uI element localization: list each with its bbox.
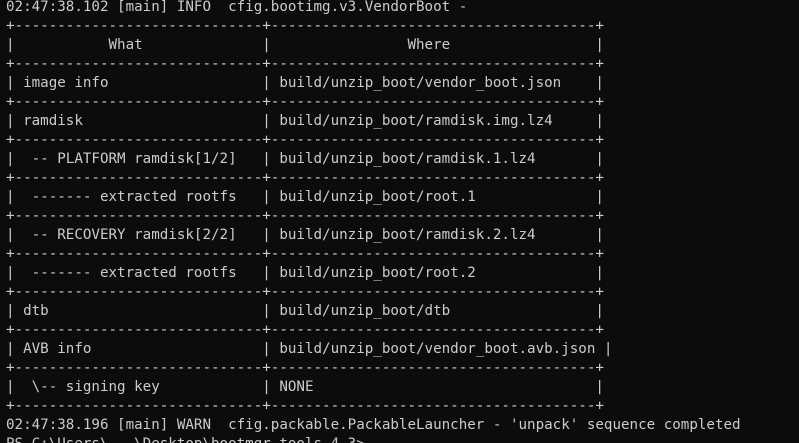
table-border: +-----------------------------+---------… [6,398,604,414]
table-border: +-----------------------------+---------… [6,322,604,338]
table-row: | -- RECOVERY ramdisk[2/2] | build/unzip… [6,227,604,243]
table-border: +-----------------------------+---------… [6,246,604,262]
log-line-info: 02:47:38.102 [main] INFO cfig.bootimg.v3… [6,0,468,15]
table-border: +-----------------------------+---------… [6,132,604,148]
table-row: | ------- extracted rootfs | build/unzip… [6,265,604,281]
table-row: | ramdisk | build/unzip_boot/ramdisk.img… [6,113,604,129]
table-border: +-----------------------------+---------… [6,284,604,300]
table-border: +-----------------------------+---------… [6,56,604,72]
table-row: | ------- extracted rootfs | build/unzip… [6,189,604,205]
table-border: +-----------------------------+---------… [6,208,604,224]
table-row: | AVB info | build/unzip_boot/vendor_boo… [6,341,613,357]
table-header-row: | What | Where | [6,37,604,53]
terminal-window[interactable]: 02:47:38.102 [main] INFO cfig.bootimg.v3… [0,0,799,443]
table-row: | -- PLATFORM ramdisk[1/2] | build/unzip… [6,151,604,167]
table-row: | image info | build/unzip_boot/vendor_b… [6,75,604,91]
table-border: +-----------------------------+---------… [6,360,604,376]
table-border: +-----------------------------+---------… [6,18,604,34]
table-border: +-----------------------------+---------… [6,94,604,110]
shell-prompt[interactable]: PS C:\Users\...\Desktop\bootmgr-tools-4.… [6,435,365,443]
table-border: +-----------------------------+---------… [6,170,604,186]
table-row: | dtb | build/unzip_boot/dtb | [6,303,604,319]
log-line-warn: 02:47:38.196 [main] WARN cfig.packable.P… [6,417,741,433]
table-row: | \-- signing key | NONE | [6,379,604,395]
